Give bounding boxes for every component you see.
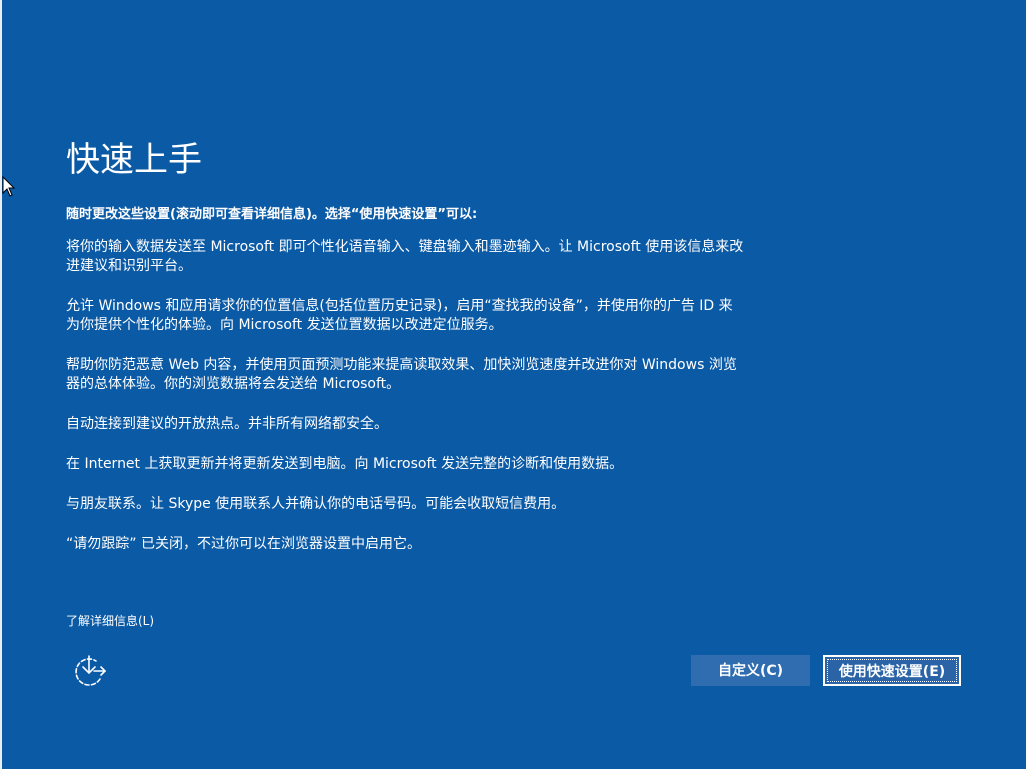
page-title: 快速上手 [66,140,202,180]
paragraph-hotspots: 自动连接到建议的开放热点。并非所有网络都安全。 [66,416,388,432]
window-left-edge [0,0,2,769]
paragraph-skype: 与朋友联系。让 Skype 使用联系人并确认你的电话号码。可能会收取短信费用。 [66,496,566,512]
ease-of-access-icon[interactable] [72,653,108,689]
learn-more-link[interactable]: 了解详细信息(L) [66,613,154,629]
intro-text: 随时更改这些设置(滚动即可查看详细信息)。选择“使用快速设置”可以: [66,207,478,222]
paragraph-do-not-track: “请勿跟踪” 已关闭，不过你可以在浏览器设置中启用它。 [66,536,421,552]
paragraph-location: 允许 Windows 和应用请求你的位置信息(包括位置历史记录)，启用“查找我的… [66,298,733,333]
paragraph-updates: 在 Internet 上获取更新并将更新发送到电脑。向 Microsoft 发送… [66,456,624,472]
express-settings-button[interactable]: 使用快速设置(E) [823,655,961,686]
mouse-pointer-icon [2,176,16,197]
paragraph-browser-protection: 帮助你防范恶意 Web 内容，并使用页面预测功能来提高读取效果、加快浏览速度并改… [66,357,737,392]
paragraph-input-personalization: 将你的输入数据发送至 Microsoft 即可个性化语音输入、键盘输入和墨迹输入… [66,239,744,274]
customize-button[interactable]: 自定义(C) [691,655,810,686]
